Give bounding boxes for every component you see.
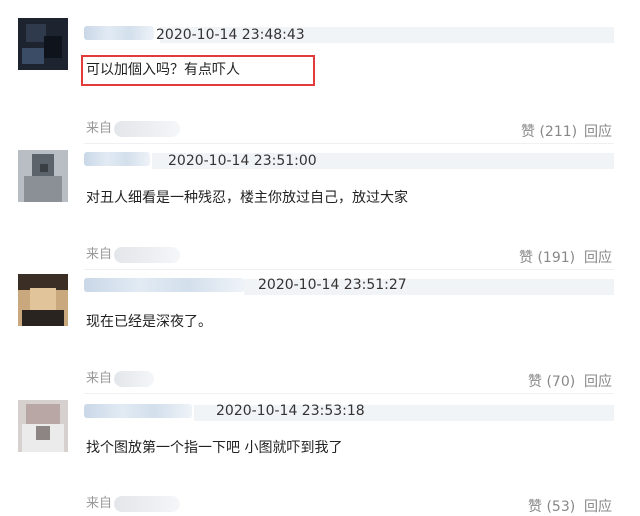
comment-source-label: 来自 — [86, 496, 113, 511]
avatar[interactable] — [18, 18, 68, 70]
comment-item: 2020-10-14 23:48:43 可以加個入吗？有点吓人 来自 赞 (21… — [0, 0, 640, 140]
comment-timestamp: 2020-10-14 23:51:27 — [258, 277, 407, 293]
username[interactable] — [84, 26, 154, 40]
comment-text: 找个图放第一个指一下吧 小图就吓到我了 — [86, 440, 343, 456]
comment-text: 现在已经是深夜了。 — [86, 314, 212, 330]
avatar[interactable] — [18, 400, 68, 452]
comment-timestamp: 2020-10-14 23:53:18 — [216, 403, 365, 419]
comment-source-value[interactable] — [114, 496, 180, 512]
username[interactable] — [84, 152, 150, 166]
like-button[interactable]: 赞 (53) — [528, 498, 575, 516]
comment-text: 对丑人细看是一种残忍，楼主你放过自己，放过大家 — [86, 190, 408, 206]
comment-timestamp: 2020-10-14 23:51:00 — [168, 153, 317, 169]
avatar[interactable] — [18, 150, 68, 202]
highlight-box — [81, 55, 315, 86]
comment-item: 2020-10-14 23:51:27 现在已经是深夜了。 来自 赞 (70) … — [0, 252, 640, 390]
username[interactable] — [84, 278, 244, 292]
comment-item: 2020-10-14 23:53:18 找个图放第一个指一下吧 小图就吓到我了 … — [0, 378, 640, 515]
avatar[interactable] — [18, 274, 68, 326]
username[interactable] — [84, 404, 192, 418]
reply-button[interactable]: 回应 — [584, 498, 612, 516]
comment-timestamp: 2020-10-14 23:48:43 — [156, 27, 305, 43]
comment-item: 2020-10-14 23:51:00 对丑人细看是一种残忍，楼主你放过自己，放… — [0, 126, 640, 266]
